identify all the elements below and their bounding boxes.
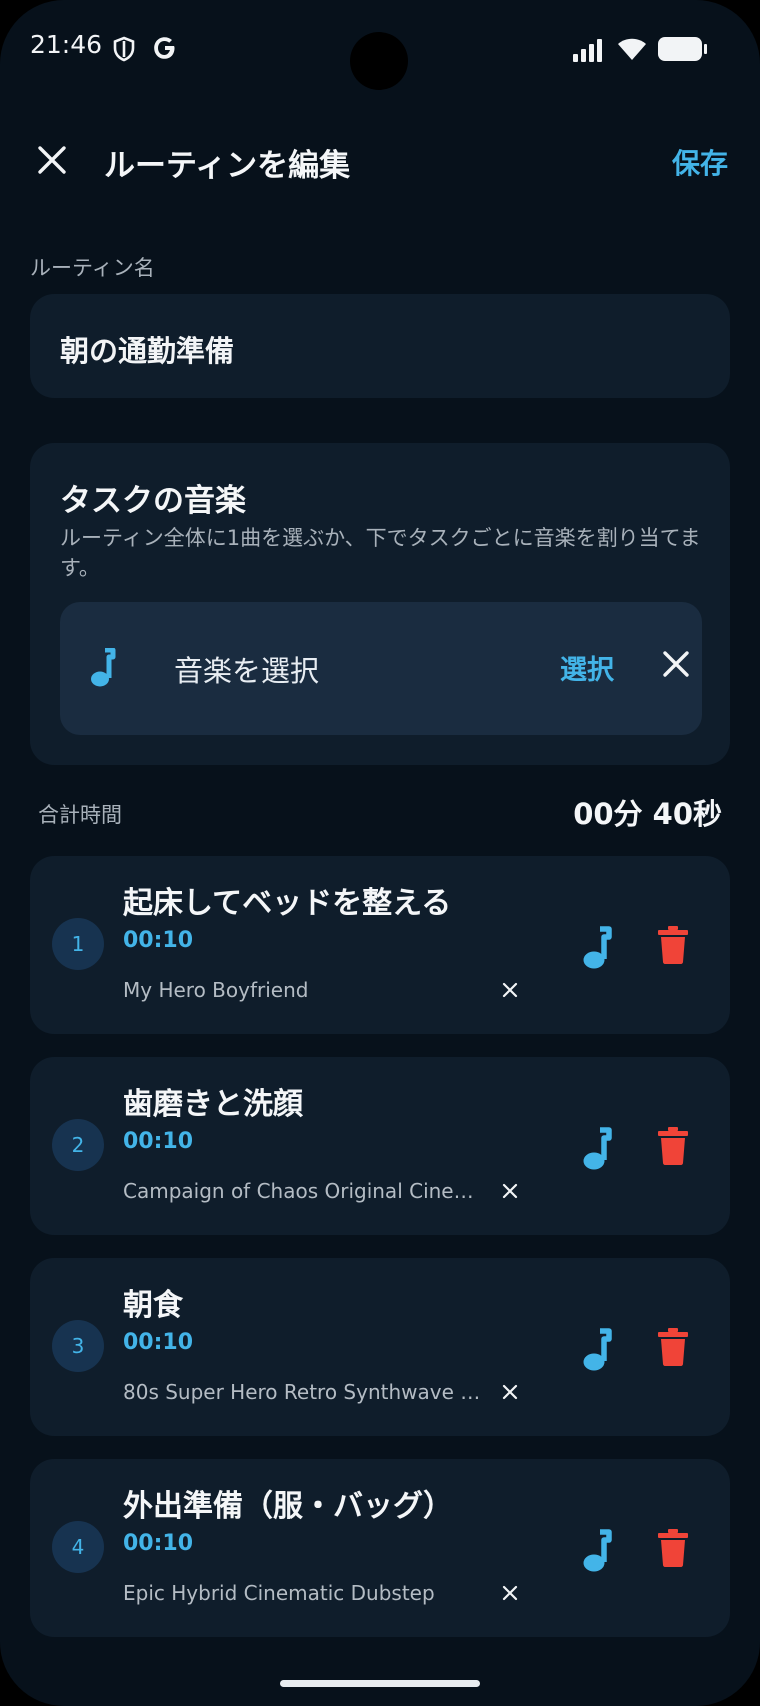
google-icon <box>154 37 175 59</box>
task-item-4[interactable]: 4 外出準備（服・バッグ） 00:10 Epic Hybrid Cinemati… <box>30 1459 730 1637</box>
clear-track-icon[interactable] <box>502 1183 518 1199</box>
total-time-value: 00分 40秒 <box>573 797 722 831</box>
task-index-badge: 1 <box>52 918 104 970</box>
task-index-badge: 3 <box>52 1320 104 1372</box>
task-item-1[interactable]: 1 起床してベッドを整える 00:10 My Hero Boyfriend <box>30 856 730 1034</box>
task-duration: 00:10 <box>123 1531 194 1556</box>
home-indicator[interactable] <box>280 1680 480 1687</box>
task-music-title: タスクの音楽 <box>60 483 246 519</box>
save-button[interactable]: 保存 <box>672 142 728 182</box>
task-track-name: Epic Hybrid Cinematic Dubstep <box>123 1581 435 1605</box>
screen: 21:46 ルーティンを編集 保存 ルーティン名 朝の通勤準備 タスクの音楽 ル… <box>0 0 760 1706</box>
clear-track-icon[interactable] <box>502 982 518 998</box>
routine-name-label: ルーティン名 <box>30 256 155 280</box>
battery-icon <box>658 37 707 61</box>
music-note-icon[interactable] <box>580 926 620 970</box>
status-bar: 21:46 <box>0 0 760 100</box>
task-music-card: タスクの音楽 ルーティン全体に1曲を選ぶか、下でタスクごとに音楽を割り当てます。… <box>30 443 730 765</box>
app-bar: ルーティンを編集 保存 <box>0 120 760 200</box>
music-picker[interactable]: 音楽を選択 選択 <box>60 602 702 735</box>
music-picker-label: 音楽を選択 <box>174 654 320 688</box>
task-index-badge: 2 <box>52 1119 104 1171</box>
front-camera <box>350 32 408 90</box>
page-title: ルーティンを編集 <box>104 148 351 184</box>
signal-icon <box>573 39 602 62</box>
task-name: 歯磨きと洗顔 <box>123 1087 303 1122</box>
trash-icon[interactable] <box>658 1328 688 1366</box>
task-item-2[interactable]: 2 歯磨きと洗顔 00:10 Campaign of Chaos Origina… <box>30 1057 730 1235</box>
task-track-name: 80s Super Hero Retro Synthwave T... <box>123 1380 483 1404</box>
clear-track-icon[interactable] <box>502 1384 518 1400</box>
music-note-icon <box>91 648 116 687</box>
task-index-badge: 4 <box>52 1521 104 1573</box>
clear-track-icon[interactable] <box>502 1585 518 1601</box>
task-item-3[interactable]: 3 朝食 00:10 80s Super Hero Retro Synthwav… <box>30 1258 730 1436</box>
task-music-description: ルーティン全体に1曲を選ぶか、下でタスクごとに音楽を割り当てます。 <box>60 526 701 580</box>
close-icon[interactable] <box>30 138 74 182</box>
task-duration: 00:10 <box>123 928 194 953</box>
total-time-label: 合計時間 <box>38 803 122 827</box>
music-note-icon[interactable] <box>580 1328 620 1372</box>
music-note-icon[interactable] <box>580 1529 620 1573</box>
task-duration: 00:10 <box>123 1129 194 1154</box>
trash-icon[interactable] <box>658 926 688 964</box>
trash-icon[interactable] <box>658 1529 688 1567</box>
task-track-name: My Hero Boyfriend <box>123 978 309 1002</box>
routine-name-field[interactable]: 朝の通勤準備 <box>30 294 730 398</box>
wifi-icon <box>618 38 646 60</box>
task-track-name: Campaign of Chaos Original Cinem... <box>123 1179 483 1203</box>
task-name: 起床してベッドを整える <box>123 886 452 921</box>
routine-name-value: 朝の通勤準備 <box>60 334 235 368</box>
trash-icon[interactable] <box>658 1127 688 1165</box>
task-duration: 00:10 <box>123 1330 194 1355</box>
task-name: 外出準備（服・バッグ） <box>123 1489 453 1524</box>
music-select-button[interactable]: 選択 <box>560 648 614 687</box>
status-time: 21:46 <box>30 30 103 59</box>
music-note-icon[interactable] <box>580 1127 620 1171</box>
task-name: 朝食 <box>123 1288 183 1323</box>
clear-music-icon[interactable] <box>658 646 694 682</box>
shield-icon <box>113 36 135 62</box>
